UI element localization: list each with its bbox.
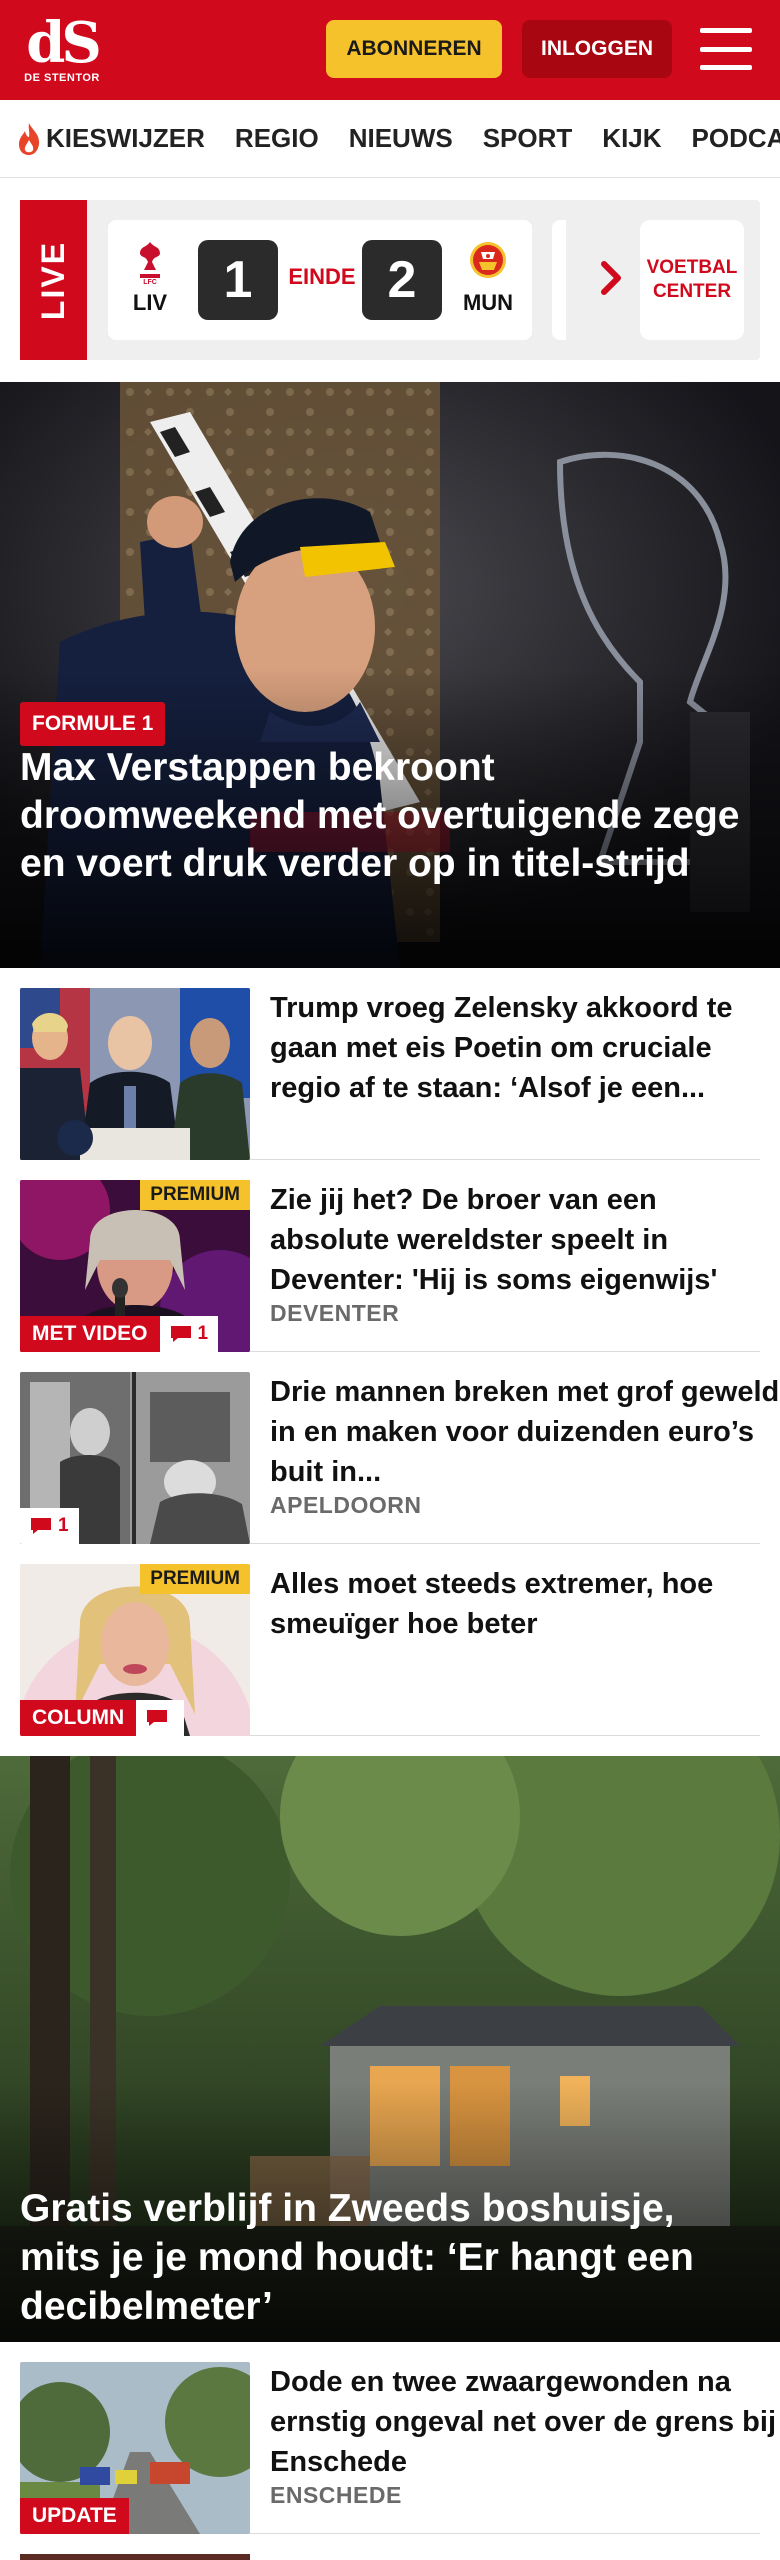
section-nav: KIESWIJZER REGIO NIEUWS SPORT KIJK PODCA…: [0, 100, 780, 178]
article-location: ENSCHEDE: [270, 2482, 402, 2508]
update-tag: UPDATE: [20, 2498, 129, 2534]
category-label: FORMULE 1: [20, 702, 166, 746]
feature-article[interactable]: Gratis verblijf in Zweeds boshuisje, mit…: [0, 1756, 780, 2342]
article-title[interactable]: Alles moet steeds extremer, hoe smeuïger…: [270, 1564, 780, 1644]
liverpool-crest-icon: LFC: [140, 242, 160, 284]
comment-count-value: 1: [58, 1515, 69, 1536]
article-location: APELDOORN: [270, 1492, 422, 1518]
chevron-right-icon[interactable]: [592, 258, 632, 298]
live-tag: LIVE: [20, 200, 87, 360]
away-score: 2: [362, 240, 442, 320]
nav-label: KIESWIJZER: [46, 123, 205, 153]
list-item[interactable]: Trump vroeg Zelensky akkoord te gaan met…: [20, 968, 760, 1160]
article-location: DEVENTER: [270, 1300, 400, 1326]
logo-mark: dS: [26, 10, 102, 76]
comment-count[interactable]: 1: [159, 1316, 219, 1352]
site-header: dS DE STENTOR ABONNEREN INLOGGEN: [0, 0, 780, 100]
match-card[interactable]: LFC LIV 1 EINDE 2 MUN: [108, 220, 532, 340]
away-team: MUN: [458, 240, 518, 316]
home-score: 1: [198, 240, 278, 320]
match-status: EINDE: [288, 264, 356, 289]
comment-count[interactable]: [136, 1700, 185, 1736]
video-tag: MET VIDEO: [20, 1316, 160, 1352]
article-thumbnail: UPDATE: [20, 2362, 250, 2534]
premium-badge: PREMIUM: [140, 1180, 250, 1210]
logo-name: DE STENTOR: [24, 72, 100, 84]
thumbnail-tags: 1: [20, 1508, 79, 1544]
nav-item-kieswijzer[interactable]: KIESWIJZER: [16, 122, 205, 156]
article-thumbnail: 1: [20, 1372, 250, 1544]
hero-article[interactable]: FORMULE 1 Max Verstappen bekroont droomw…: [0, 382, 780, 968]
nav-item-podcast[interactable]: PODCAS: [692, 123, 780, 154]
man-united-crest-icon: [470, 242, 506, 278]
hero-title[interactable]: Max Verstappen bekroont droomweekend met…: [20, 744, 760, 888]
thumbnail-tags: UPDATE: [20, 2498, 129, 2534]
comment-icon: [147, 1710, 168, 1726]
article-title[interactable]: Dode en twee zwaargewonden na ernstig on…: [270, 2362, 780, 2482]
comment-icon: [170, 1326, 191, 1342]
svg-text:LFC: LFC: [143, 279, 157, 284]
home-team-code: LIV: [132, 290, 168, 315]
list-item[interactable]: PREMIUM COLUMN Alles moet steeds extreme…: [20, 1544, 760, 1736]
comment-icon: [31, 1518, 51, 1534]
list-item[interactable]: PREMIUM MET VIDEO 1 Zie jij het? De broe…: [20, 1160, 760, 1352]
article-title[interactable]: Drie mannen breken met grof geweld in en…: [270, 1372, 780, 1492]
thumbnail-tags: COLUMN: [20, 1700, 185, 1736]
article-title[interactable]: Zie jij het? De broer van een absolute w…: [270, 1180, 780, 1300]
nav-item-sport[interactable]: SPORT: [483, 123, 573, 154]
next-match-card-edge[interactable]: [552, 220, 566, 340]
list-item[interactable]: UPDATE Dode en twee zwaargewonden na ern…: [20, 2342, 776, 2534]
comment-count-value: 1: [197, 1323, 209, 1344]
voetbal-center-link[interactable]: VOETBAL CENTER: [640, 220, 744, 340]
comment-count[interactable]: 1: [20, 1508, 79, 1544]
nav-item-regio[interactable]: REGIO: [235, 123, 319, 154]
article-thumbnail: PREMIUM MET VIDEO 1: [20, 1180, 250, 1352]
home-team: LFC LIV: [120, 240, 180, 316]
article-thumbnail: PREMIUM COLUMN: [20, 1564, 250, 1736]
nav-item-nieuws[interactable]: NIEUWS: [349, 123, 453, 154]
thumbnail-tags: MET VIDEO 1: [20, 1316, 219, 1352]
login-button[interactable]: INLOGGEN: [522, 20, 672, 78]
feature-title[interactable]: Gratis verblijf in Zweeds boshuisje, mit…: [20, 2184, 760, 2331]
site-logo[interactable]: dS DE STENTOR: [22, 10, 102, 84]
subscribe-button[interactable]: ABONNEREN: [326, 20, 502, 78]
away-team-code: MUN: [462, 290, 514, 315]
live-label: LIVE: [35, 240, 71, 320]
article-thumbnail: [20, 988, 250, 1160]
premium-badge: PREMIUM: [140, 1564, 250, 1594]
live-scores-bar: LIVE LFC LIV 1 EINDE 2 MUN VOETBAL CENTE…: [20, 200, 760, 360]
list-item-partial[interactable]: [20, 2534, 760, 2560]
column-tag: COLUMN: [20, 1700, 137, 1736]
article-thumbnail: [20, 2554, 250, 2560]
menu-icon[interactable]: [700, 26, 752, 72]
nav-item-kijk[interactable]: KIJK: [602, 123, 661, 154]
flame-icon: [19, 122, 40, 155]
list-item[interactable]: 1 Drie mannen breken met grof geweld in …: [20, 1352, 779, 1544]
article-title[interactable]: Trump vroeg Zelensky akkoord te gaan met…: [270, 988, 780, 1108]
thumbnail-image: [20, 988, 250, 1160]
